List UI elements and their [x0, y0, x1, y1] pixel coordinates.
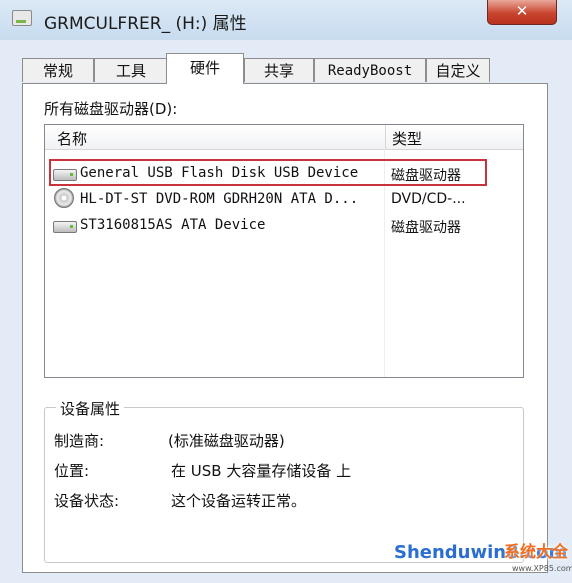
tab-hardware[interactable]: 硬件 [166, 53, 244, 84]
device-properties-title: 设备属性 [56, 398, 125, 419]
location-value: 在 USB 大容量存储设备 上 [171, 462, 352, 480]
device-status-value: 这个设备运转正常。 [171, 492, 307, 510]
device-status-label: 设备状态: [54, 492, 120, 510]
tab-general[interactable]: 常规 [22, 58, 94, 82]
tab-tools[interactable]: 工具 [94, 58, 168, 82]
column-header-type[interactable]: 类型 [392, 128, 422, 149]
site-watermark: Shenduwin8.com 系统大全 www.XP85.com [394, 536, 572, 580]
close-button[interactable]: ✕ [487, 0, 557, 25]
tab-readyboost[interactable]: ReadyBoost [314, 58, 426, 82]
manufacturer-value: (标准磁盘驱动器) [168, 432, 285, 450]
list-header: 名称 类型 [45, 125, 523, 150]
watermark-url: www.XP85.com [512, 564, 572, 573]
drive-name: ST3160815AS ATA Device [80, 217, 266, 233]
drive-type: 磁盘驱动器 [391, 220, 461, 236]
title-bar: GRMCULFRER_ (H:) 属性 ✕ [0, 0, 572, 40]
window-title: GRMCULFRER_ (H:) 属性 [44, 14, 247, 34]
column-divider[interactable] [385, 125, 386, 149]
drives-list-label: 所有磁盘驱动器(D): [44, 100, 178, 118]
hard-drive-icon [53, 221, 77, 233]
column-header-name[interactable]: 名称 [57, 128, 87, 149]
drive-name: HL-DT-ST DVD-ROM GDRH20N ATA D... [80, 191, 359, 207]
tab-sharing[interactable]: 共享 [244, 58, 314, 82]
highlight-annotation [49, 159, 487, 186]
watermark-cn-text: 系统大全 [504, 542, 569, 561]
drive-row-hdd[interactable]: ST3160815AS ATA Device 磁盘驱动器 [50, 214, 490, 238]
drive-type: DVD/CD-... [391, 191, 466, 207]
drive-row-dvd[interactable]: HL-DT-ST DVD-ROM GDRH20N ATA D... DVD/CD… [50, 188, 490, 212]
location-label: 位置: [54, 462, 90, 480]
dvd-drive-icon [54, 188, 74, 208]
drive-icon [12, 10, 32, 26]
manufacturer-label: 制造商: [54, 432, 105, 450]
tab-customize[interactable]: 自定义 [426, 58, 490, 82]
